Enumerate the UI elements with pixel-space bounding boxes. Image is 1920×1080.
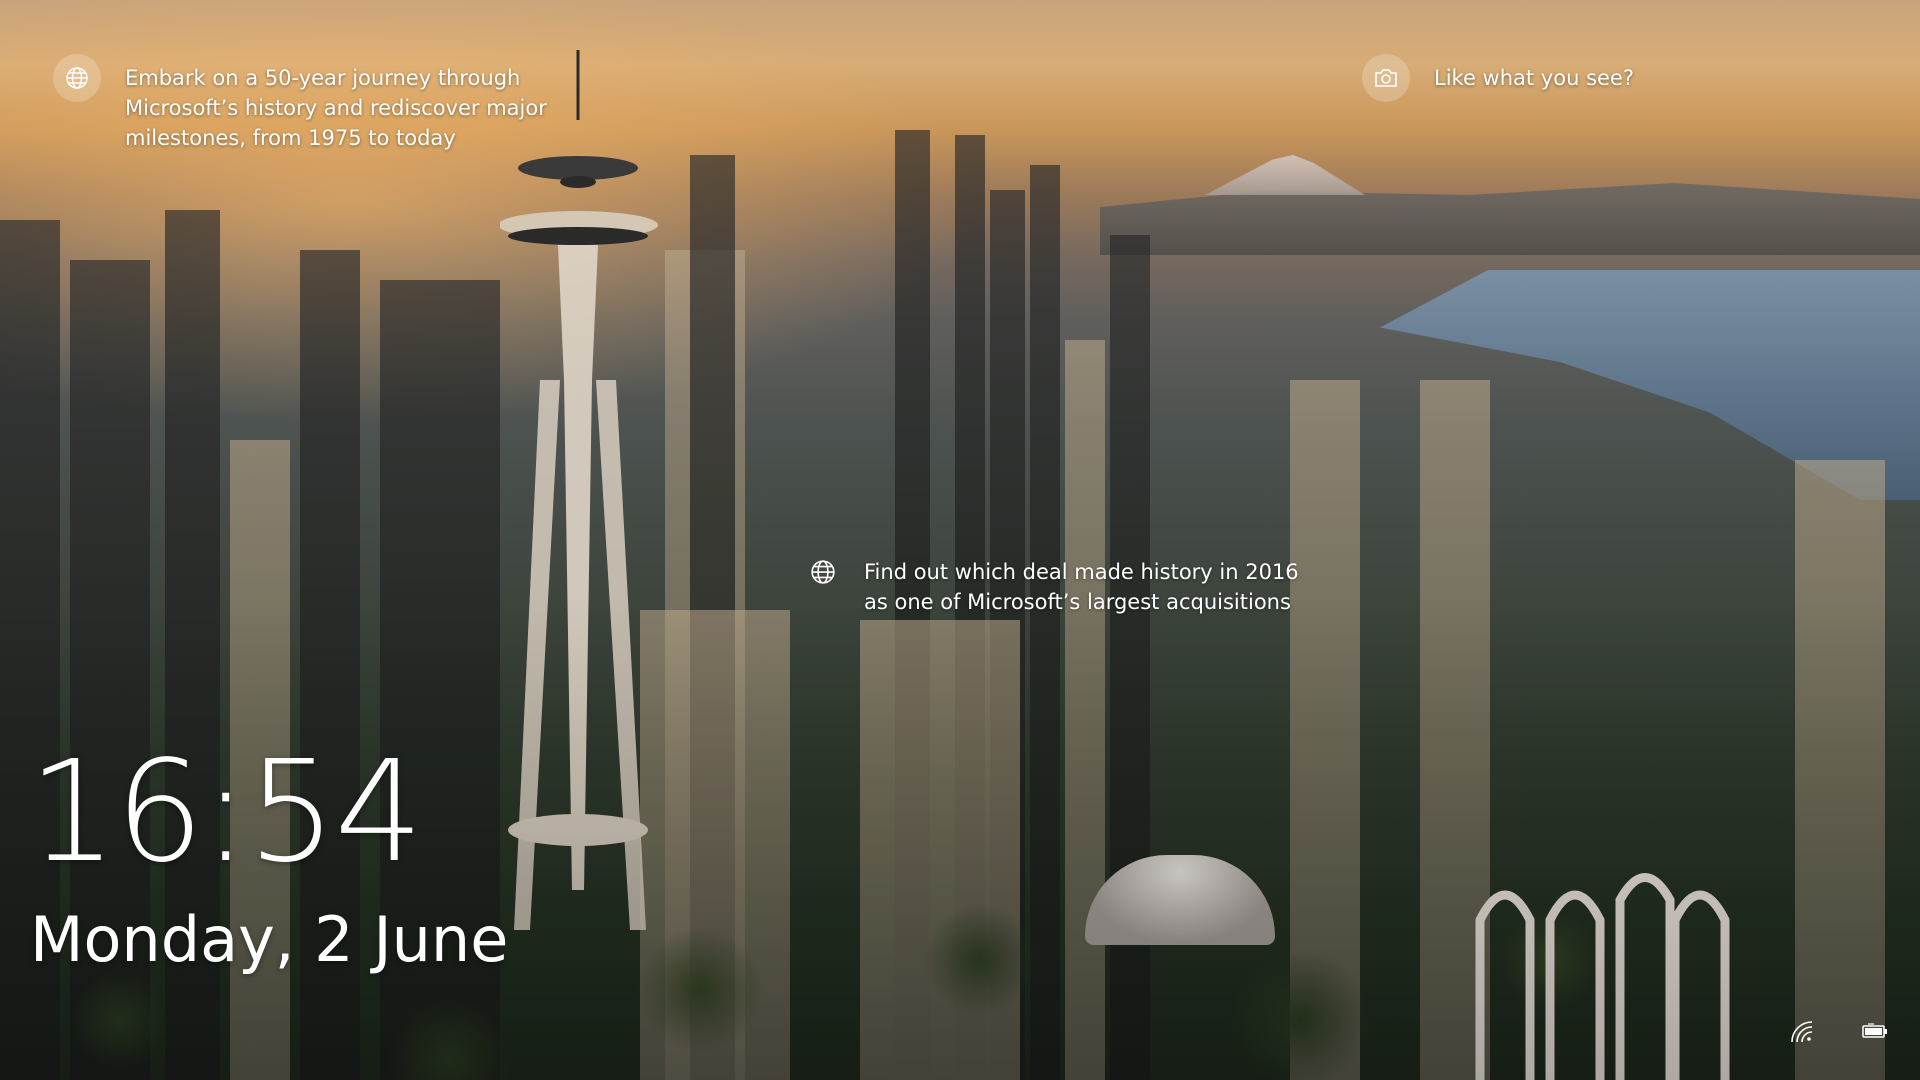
lock-screen[interactable]: Embark on a 50-year journey through Micr… [0, 0, 1920, 1080]
spotlight-fact-top-left[interactable]: Embark on a 50-year journey through Micr… [53, 54, 565, 153]
wifi-icon[interactable] [1786, 1018, 1816, 1044]
status-tray [1786, 1018, 1890, 1044]
battery-icon[interactable] [1860, 1018, 1890, 1044]
spotlight-fact-text: Find out which deal made history in 2016… [864, 560, 1299, 614]
camera-icon [1362, 54, 1410, 102]
clock-date: Monday, 2 June [30, 903, 509, 976]
globe-icon [806, 555, 840, 589]
globe-icon [53, 54, 101, 102]
clock-time: 16:54 [28, 731, 423, 894]
like-prompt-text: Like what you see? [1434, 66, 1634, 90]
like-what-you-see-button[interactable]: Like what you see? [1362, 54, 1634, 102]
spotlight-fact-text: Embark on a 50-year journey through Micr… [125, 66, 547, 150]
spotlight-fact-middle[interactable]: Find out which deal made history in 2016… [806, 555, 1344, 617]
